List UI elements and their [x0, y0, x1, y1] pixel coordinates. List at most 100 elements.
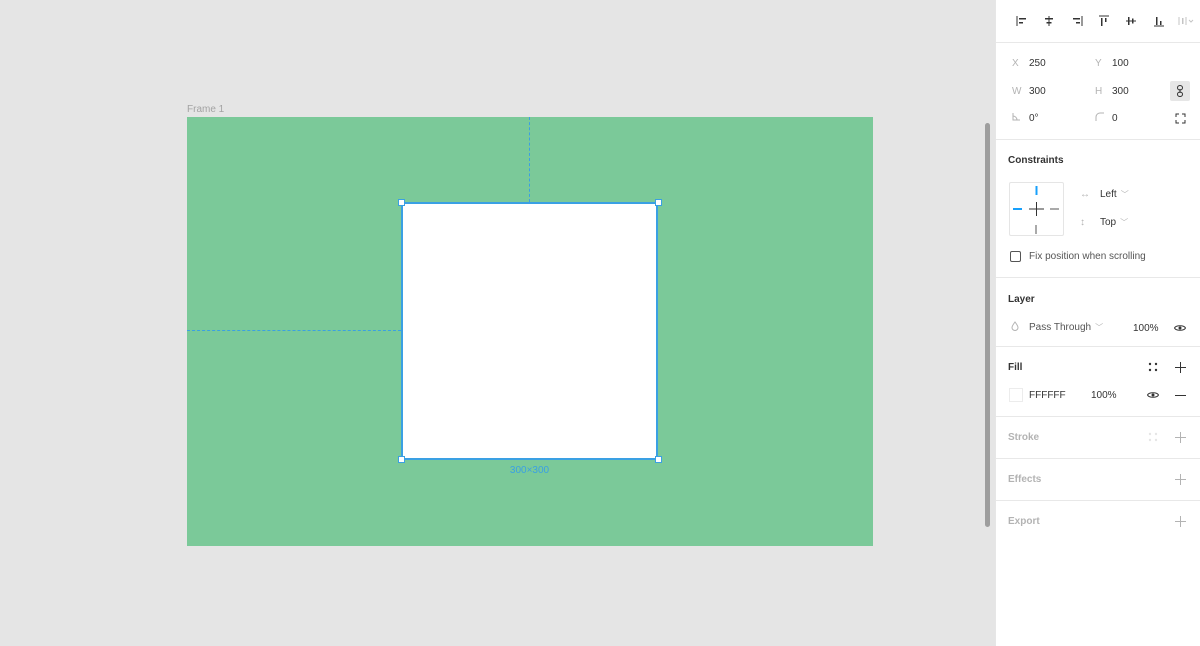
layer-title: Layer [1008, 294, 1035, 305]
export-title: Export [1008, 516, 1040, 527]
h-label: H [1095, 85, 1103, 97]
vertical-scrollbar[interactable] [985, 123, 990, 527]
vertical-distance-guide [529, 117, 530, 202]
fill-color-swatch[interactable] [1009, 388, 1023, 402]
h-value[interactable]: 300 [1112, 86, 1129, 97]
fill-hex-field[interactable]: FFFFFF [1029, 387, 1066, 403]
constrain-proportions-button[interactable] [1170, 81, 1190, 101]
align-vertical-center-icon [1126, 17, 1137, 25]
x-field[interactable]: X 250 [1012, 55, 1046, 71]
fill-opacity-field[interactable]: 100% [1091, 387, 1117, 403]
align-right-icon [1072, 16, 1083, 26]
w-value[interactable]: 300 [1029, 86, 1046, 97]
plus-icon [1174, 431, 1186, 443]
add-effect-button[interactable] [1170, 469, 1190, 489]
horizontal-arrows-icon: ↔ [1080, 189, 1090, 200]
fill-section: Fill FFFFFF 100% [996, 347, 1200, 417]
alignment-toolbar [996, 0, 1200, 43]
fix-position-checkbox[interactable] [1010, 251, 1021, 262]
align-horizontal-center-button[interactable] [1035, 9, 1062, 33]
styles-grid-icon [1148, 362, 1158, 372]
chevron-down-icon: ﹀ [1120, 218, 1129, 227]
y-field[interactable]: Y 100 [1095, 55, 1129, 71]
fix-position-label[interactable]: Fix position when scrolling [1029, 251, 1146, 262]
chevron-down-icon: ﹀ [1120, 190, 1129, 199]
align-top-icon [1098, 15, 1109, 26]
rotation-field[interactable]: 0° [1012, 110, 1039, 126]
stroke-section: Stroke [996, 417, 1200, 459]
export-section: Export [996, 501, 1200, 543]
canvas[interactable]: Frame 1 300×300 [0, 0, 995, 646]
fill-opacity-value[interactable]: 100% [1091, 390, 1117, 401]
effects-title: Effects [1008, 474, 1042, 485]
layer-opacity-value[interactable]: 100% [1133, 323, 1159, 334]
independent-corners-button[interactable] [1170, 108, 1190, 128]
selected-rectangle[interactable] [401, 202, 658, 460]
corner-radius-field[interactable]: 0 [1095, 110, 1118, 126]
plus-icon [1174, 515, 1186, 527]
w-label: W [1012, 85, 1022, 97]
eye-icon [1174, 325, 1186, 331]
vertical-constraint-select[interactable]: ↕ Top ﹀ [1080, 217, 1128, 228]
add-export-button[interactable] [1170, 511, 1190, 531]
align-horizontal-center-icon [1045, 16, 1054, 26]
align-bottom-icon [1153, 17, 1164, 27]
resize-handle-bottom-right[interactable] [655, 456, 662, 463]
effects-section: Effects [996, 459, 1200, 501]
position-size-section: X 250 Y 100 W 300 H 300 0° 0 [996, 43, 1200, 140]
horizontal-distance-guide [187, 330, 401, 331]
resize-handle-top-left[interactable] [398, 199, 405, 206]
align-vertical-center-button[interactable] [1118, 9, 1145, 33]
blend-mode-select[interactable]: Pass Through ﹀ [1011, 321, 1103, 334]
constraints-widget[interactable] [1009, 182, 1064, 236]
distribute-button[interactable] [1173, 9, 1200, 33]
rotation-icon [1012, 112, 1029, 124]
fill-styles-button[interactable] [1143, 357, 1163, 377]
corner-radius-icon [1095, 112, 1112, 124]
stroke-styles-button[interactable] [1143, 427, 1163, 447]
horizontal-constraint-select[interactable]: ↔ Left ﹀ [1080, 189, 1129, 200]
constraints-diagram-icon [1013, 186, 1059, 234]
align-bottom-button[interactable] [1145, 9, 1172, 33]
radius-value[interactable]: 0 [1112, 113, 1118, 124]
constraints-title: Constraints [1008, 155, 1064, 166]
horizontal-constraint-value: Left [1100, 189, 1117, 200]
align-left-icon [1016, 16, 1026, 26]
blend-drop-icon [1011, 321, 1029, 334]
plus-icon [1174, 361, 1186, 373]
vertical-constraint-value: Top [1100, 217, 1117, 228]
selection-size-label: 300×300 [509, 465, 550, 476]
y-value[interactable]: 100 [1112, 58, 1129, 69]
remove-fill-button[interactable] [1170, 385, 1190, 405]
layer-opacity-field[interactable]: 100% [1133, 320, 1159, 336]
resize-handle-top-right[interactable] [655, 199, 662, 206]
independent-corners-icon [1175, 113, 1185, 123]
frame-label[interactable]: Frame 1 [187, 104, 224, 115]
rotation-value[interactable]: 0° [1029, 113, 1039, 124]
height-field[interactable]: H 300 [1095, 83, 1129, 99]
x-label: X [1012, 57, 1019, 69]
add-stroke-button[interactable] [1170, 427, 1190, 447]
chevron-down-icon: ﹀ [1095, 323, 1104, 332]
stroke-title: Stroke [1008, 432, 1040, 443]
fill-visibility-button[interactable] [1143, 385, 1163, 405]
x-value[interactable]: 250 [1029, 58, 1046, 69]
resize-handle-bottom-left[interactable] [398, 456, 405, 463]
vertical-arrows-icon: ↕ [1080, 217, 1085, 228]
blend-mode-value: Pass Through [1029, 322, 1092, 333]
align-left-button[interactable] [1008, 9, 1035, 33]
y-label: Y [1095, 57, 1102, 69]
width-field[interactable]: W 300 [1012, 83, 1046, 99]
distribute-icon [1178, 17, 1194, 25]
fill-hex-value[interactable]: FFFFFF [1029, 390, 1066, 401]
plus-icon [1174, 473, 1186, 485]
styles-grid-icon [1148, 432, 1158, 442]
add-fill-button[interactable] [1170, 357, 1190, 377]
layer-visibility-button[interactable] [1170, 318, 1190, 338]
align-top-button[interactable] [1090, 9, 1117, 33]
eye-icon [1147, 392, 1159, 398]
link-icon [1177, 85, 1183, 97]
layer-section: Layer Pass Through ﹀ 100% [996, 278, 1200, 347]
align-right-button[interactable] [1063, 9, 1090, 33]
properties-panel: X 250 Y 100 W 300 H 300 0° 0 Constraints… [995, 0, 1200, 646]
